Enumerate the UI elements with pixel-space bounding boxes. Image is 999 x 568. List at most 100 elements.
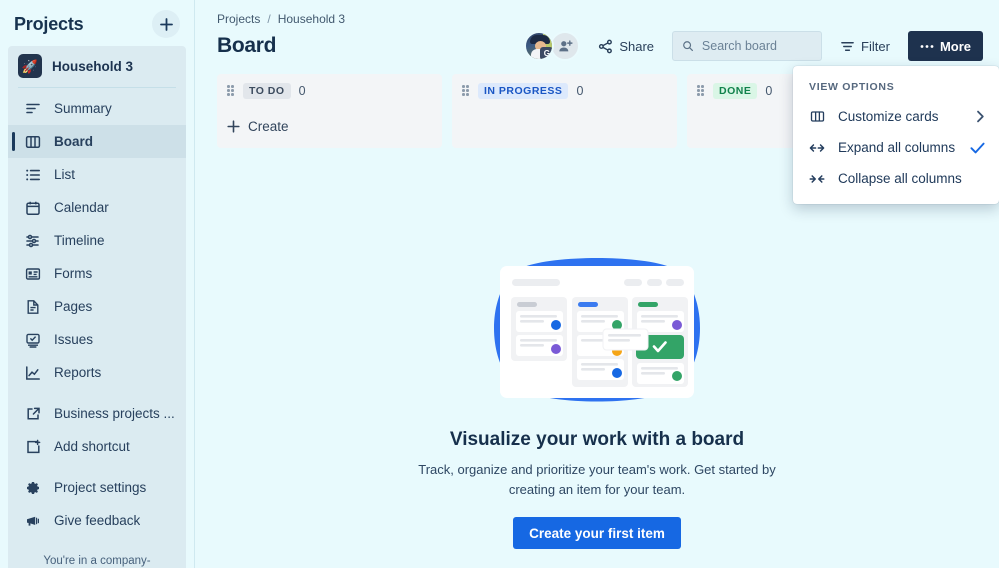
add-person-icon (559, 39, 573, 51)
title-row: Board G Share Search board Filter More (217, 31, 983, 61)
ellipsis-icon (920, 44, 934, 48)
breadcrumb: Projects / Household 3 (217, 12, 983, 26)
drag-handle-icon[interactable] (227, 85, 235, 97)
rocket-icon: 🚀 (18, 54, 42, 78)
sidebar-item-label: List (54, 167, 76, 182)
sidebar-item-issues[interactable]: Issues (8, 323, 186, 356)
search-icon (683, 41, 694, 52)
check-icon (970, 142, 985, 154)
collapse-icon (809, 172, 825, 186)
add-people-button[interactable] (550, 31, 581, 61)
sidebar-item-summary[interactable]: Summary (8, 92, 186, 125)
calendar-icon (24, 199, 41, 216)
sidebar-header: Projects (0, 0, 194, 46)
create-item-button[interactable]: Create (227, 117, 289, 136)
view-option-expand-all-columns[interactable]: Expand all columns (793, 132, 999, 163)
sidebar-item-project-settings[interactable]: Project settings (8, 471, 186, 504)
external-link-icon (24, 405, 41, 422)
sidebar-item-pages[interactable]: Pages (8, 290, 186, 323)
issues-icon (24, 331, 41, 348)
sidebar-item-label: Project settings (54, 480, 147, 495)
chevron-right-icon (976, 110, 985, 123)
view-option-collapse-all-columns[interactable]: Collapse all columns (793, 163, 999, 194)
sidebar-item-label: Pages (54, 299, 93, 314)
sidebar-item-give-feedback[interactable]: Give feedback (8, 504, 186, 537)
breadcrumb-current[interactable]: Household 3 (278, 12, 345, 26)
gear-icon (24, 479, 41, 496)
sidebar-nav-list: Summary Board List Calendar Timeline Forms Pag… (8, 88, 186, 543)
empty-state: Visualize your work with a board Track, … (195, 245, 999, 549)
timeline-icon (24, 232, 41, 249)
column-count: 0 (576, 84, 584, 98)
view-option-label: Collapse all columns (838, 171, 962, 186)
sidebar-item-label: Forms (54, 266, 93, 281)
add-shortcut-icon (24, 438, 41, 455)
search-board-box[interactable] (672, 31, 823, 61)
company-managed-note: You're in a company-managed project (8, 543, 186, 568)
illustration-svg (494, 258, 700, 402)
sidebar-item-label: Calendar (54, 200, 109, 215)
sidebar-project-wrap: 🚀 Household 3 (0, 46, 194, 87)
sidebar-item-label: Reports (54, 365, 102, 380)
empty-state-title: Visualize your work with a board (449, 429, 745, 450)
sidebar-item-list[interactable]: List (8, 158, 186, 191)
add-project-button[interactable] (152, 10, 180, 38)
column-status-badge[interactable]: TO DO (243, 83, 291, 99)
view-options-items: Customize cards Expand all columns Collaps… (793, 101, 999, 194)
sidebar-item-label: Summary (54, 101, 112, 116)
create-item-label: Create (248, 119, 289, 134)
sidebar-item-board[interactable]: Board (8, 125, 186, 158)
expand-icon (809, 141, 825, 155)
more-label: More (939, 38, 971, 54)
plus-icon (227, 120, 240, 133)
sidebar-item-label: Business projects ... (54, 406, 175, 421)
column-count: 0 (298, 84, 306, 98)
create-first-item-button[interactable]: Create your first item (513, 517, 681, 549)
view-option-customize-cards[interactable]: Customize cards (793, 101, 999, 132)
more-button[interactable]: More (907, 31, 983, 61)
avatar[interactable]: G (524, 31, 555, 61)
sidebar-footer-wrap: You're in a company-managed project (0, 543, 194, 568)
summary-icon (24, 100, 41, 117)
sidebar-title: Projects (14, 13, 84, 34)
column-status-badge[interactable]: IN PROGRESS (478, 83, 569, 99)
sidebar-item-label: Board (54, 134, 94, 149)
board-illustration (472, 245, 722, 417)
share-icon (599, 39, 613, 53)
sidebar-nav: Summary Board List Calendar Timeline Forms Pag… (0, 88, 194, 543)
search-input[interactable] (701, 39, 813, 53)
drag-handle-icon[interactable] (697, 85, 705, 97)
filter-icon (841, 41, 854, 51)
pages-icon (24, 298, 41, 315)
sidebar-item-label: Add shortcut (54, 439, 130, 454)
board-icon (24, 133, 41, 150)
sidebar-item-add-shortcut[interactable]: Add shortcut (8, 430, 186, 463)
view-options-title: VIEW OPTIONS (809, 81, 895, 93)
share-button[interactable]: Share (591, 34, 661, 59)
sidebar-item-timeline[interactable]: Timeline (8, 224, 186, 257)
filter-button[interactable]: Filter (833, 34, 897, 59)
breadcrumb-projects[interactable]: Projects (217, 12, 260, 26)
megaphone-icon (24, 512, 41, 529)
main-content: Projects / Household 3 Board G Share Sea… (195, 0, 999, 568)
plus-icon (159, 17, 173, 31)
sidebar-item-calendar[interactable]: Calendar (8, 191, 186, 224)
top-bar: Projects / Household 3 Board G Share Sea… (195, 0, 999, 61)
column-count: 0 (765, 84, 773, 98)
sidebar-item-forms[interactable]: Forms (8, 257, 186, 290)
filter-label: Filter (861, 38, 890, 54)
check-icon (970, 142, 985, 153)
sidebar-item-reports[interactable]: Reports (8, 356, 186, 389)
column-header: IN PROGRESS 0 (462, 83, 667, 99)
sidebar-item-business-projects[interactable]: Business projects ... (8, 397, 186, 430)
share-label: Share (619, 38, 655, 54)
page-title: Board (217, 34, 277, 57)
drag-handle-icon[interactable] (462, 85, 470, 97)
sidebar-item-label: Issues (54, 332, 94, 347)
sidebar-item-label: Timeline (54, 233, 105, 248)
sidebar-project-header[interactable]: 🚀 Household 3 (8, 46, 186, 87)
column-status-badge[interactable]: DONE (713, 83, 758, 99)
header-tools: G Share Search board Filter More (524, 31, 983, 61)
